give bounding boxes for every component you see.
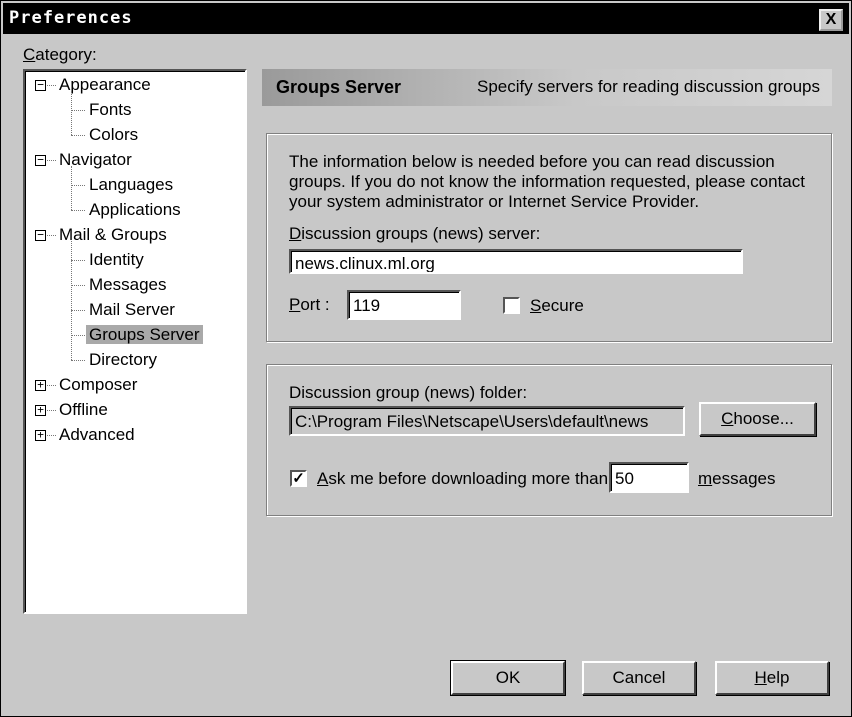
tree-item-advanced[interactable]: Advanced bbox=[59, 423, 135, 447]
tree-item-mail-groups[interactable]: Mail & Groups bbox=[59, 223, 167, 247]
messages-label: messages bbox=[698, 469, 776, 488]
tree-item-label: Offline bbox=[59, 400, 108, 419]
tree-item-label: Directory bbox=[89, 350, 158, 369]
tree-connector bbox=[71, 110, 85, 111]
port-input[interactable]: 119 bbox=[347, 290, 461, 320]
help-button[interactable]: Help bbox=[715, 661, 829, 695]
tree-item-fonts[interactable]: Fonts bbox=[89, 98, 132, 122]
tree-connector bbox=[71, 135, 85, 136]
tree-item-label: Groups Server bbox=[86, 325, 203, 344]
tree-item-navigator[interactable]: Navigator bbox=[59, 148, 132, 172]
secure-label: Secure bbox=[530, 296, 584, 315]
server-label: Discussion groups (news) server: bbox=[289, 224, 541, 243]
tree-item-offline[interactable]: Offline bbox=[59, 398, 108, 422]
collapse-icon[interactable]: − bbox=[35, 79, 46, 91]
preferences-window: Preferences X Category: Appearance − Fonts… bbox=[0, 0, 852, 717]
tree-connector bbox=[47, 435, 56, 436]
tree-item-label: Colors bbox=[89, 125, 139, 144]
tree-connector bbox=[71, 210, 85, 211]
tree-connector bbox=[71, 285, 85, 286]
folder-label: Discussion group (news) folder: bbox=[289, 383, 528, 402]
tree-item-label: Advanced bbox=[59, 425, 135, 444]
tree-connector bbox=[47, 85, 56, 86]
tree-item-label: Messages bbox=[89, 275, 167, 294]
port-label: Port : bbox=[289, 295, 330, 314]
tree-item-label: Applications bbox=[89, 200, 181, 219]
tree-connector bbox=[71, 241, 72, 360]
tree-item-label: Appearance bbox=[59, 75, 151, 94]
tree-item-languages[interactable]: Languages bbox=[89, 173, 173, 197]
ask-checkbox[interactable]: ✓ bbox=[290, 470, 307, 487]
window-title: Preferences bbox=[9, 8, 133, 28]
info-line-3: your system administrator or Internet Se… bbox=[289, 192, 700, 211]
choose-button[interactable]: Choose... bbox=[699, 402, 816, 436]
server-group: The information below is needed before y… bbox=[266, 133, 832, 342]
tree-item-label: Mail & Groups bbox=[59, 225, 167, 244]
server-input[interactable]: news.clinux.ml.org bbox=[289, 249, 743, 274]
info-line-1: The information below is needed before y… bbox=[289, 152, 775, 171]
tree-item-directory[interactable]: Directory bbox=[89, 348, 157, 372]
folder-group: Discussion group (news) folder: C:\Progr… bbox=[266, 364, 832, 516]
section-description: Specify servers for reading discussion g… bbox=[477, 77, 820, 96]
tree-connector bbox=[47, 385, 56, 386]
tree-item-label: Fonts bbox=[89, 100, 132, 119]
tree-item-label: Mail Server bbox=[89, 300, 175, 319]
folder-path-field: C:\Program Files\Netscape\Users\default\… bbox=[289, 406, 685, 436]
close-icon[interactable]: X bbox=[819, 9, 843, 31]
tree-item-identity[interactable]: Identity bbox=[89, 248, 144, 272]
tree-connector bbox=[71, 310, 85, 311]
tree-item-label: Composer bbox=[59, 375, 138, 394]
expand-icon[interactable]: + bbox=[35, 429, 46, 441]
tree-item-mail-server[interactable]: Mail Server bbox=[89, 298, 175, 322]
cancel-button[interactable]: Cancel bbox=[582, 661, 696, 695]
tree-connector bbox=[47, 410, 56, 411]
ask-label: Ask me before downloading more than bbox=[317, 469, 609, 488]
section-header: Groups Server Specify servers for readin… bbox=[262, 69, 832, 106]
collapse-icon[interactable]: − bbox=[35, 229, 46, 241]
expand-icon[interactable]: + bbox=[35, 404, 46, 416]
tree-connector bbox=[71, 260, 85, 261]
collapse-icon[interactable]: − bbox=[35, 154, 46, 166]
title-bar[interactable]: Preferences X bbox=[3, 3, 849, 34]
tree-item-colors[interactable]: Colors bbox=[89, 123, 138, 147]
secure-checkbox[interactable] bbox=[503, 297, 520, 314]
tree-connector bbox=[71, 360, 85, 361]
tree-item-groups-server[interactable]: Groups Server bbox=[86, 323, 203, 347]
tree-item-composer[interactable]: Composer bbox=[59, 373, 137, 397]
expand-icon[interactable]: + bbox=[35, 379, 46, 391]
tree-connector bbox=[47, 160, 56, 161]
category-label: Category: bbox=[23, 45, 97, 64]
tree-item-applications[interactable]: Applications bbox=[89, 198, 181, 222]
section-title: Groups Server bbox=[276, 77, 402, 97]
tree-item-messages[interactable]: Messages bbox=[89, 273, 166, 297]
tree-connector bbox=[47, 235, 56, 236]
category-tree[interactable]: Appearance − Fonts Colors Navigator − Language… bbox=[23, 69, 247, 614]
tree-item-label: Languages bbox=[89, 175, 174, 194]
tree-connector bbox=[71, 335, 85, 336]
ok-button[interactable]: OK bbox=[450, 660, 566, 696]
tree-connector bbox=[71, 91, 72, 135]
messages-count-input[interactable]: 50 bbox=[609, 462, 689, 493]
tree-item-label: Navigator bbox=[59, 150, 132, 169]
tree-item-label: Identity bbox=[89, 250, 144, 269]
tree-connector bbox=[71, 185, 85, 186]
info-line-2: groups. If you do not know the informati… bbox=[289, 172, 805, 191]
tree-connector bbox=[71, 166, 72, 210]
tree-item-appearance[interactable]: Appearance bbox=[59, 73, 151, 97]
